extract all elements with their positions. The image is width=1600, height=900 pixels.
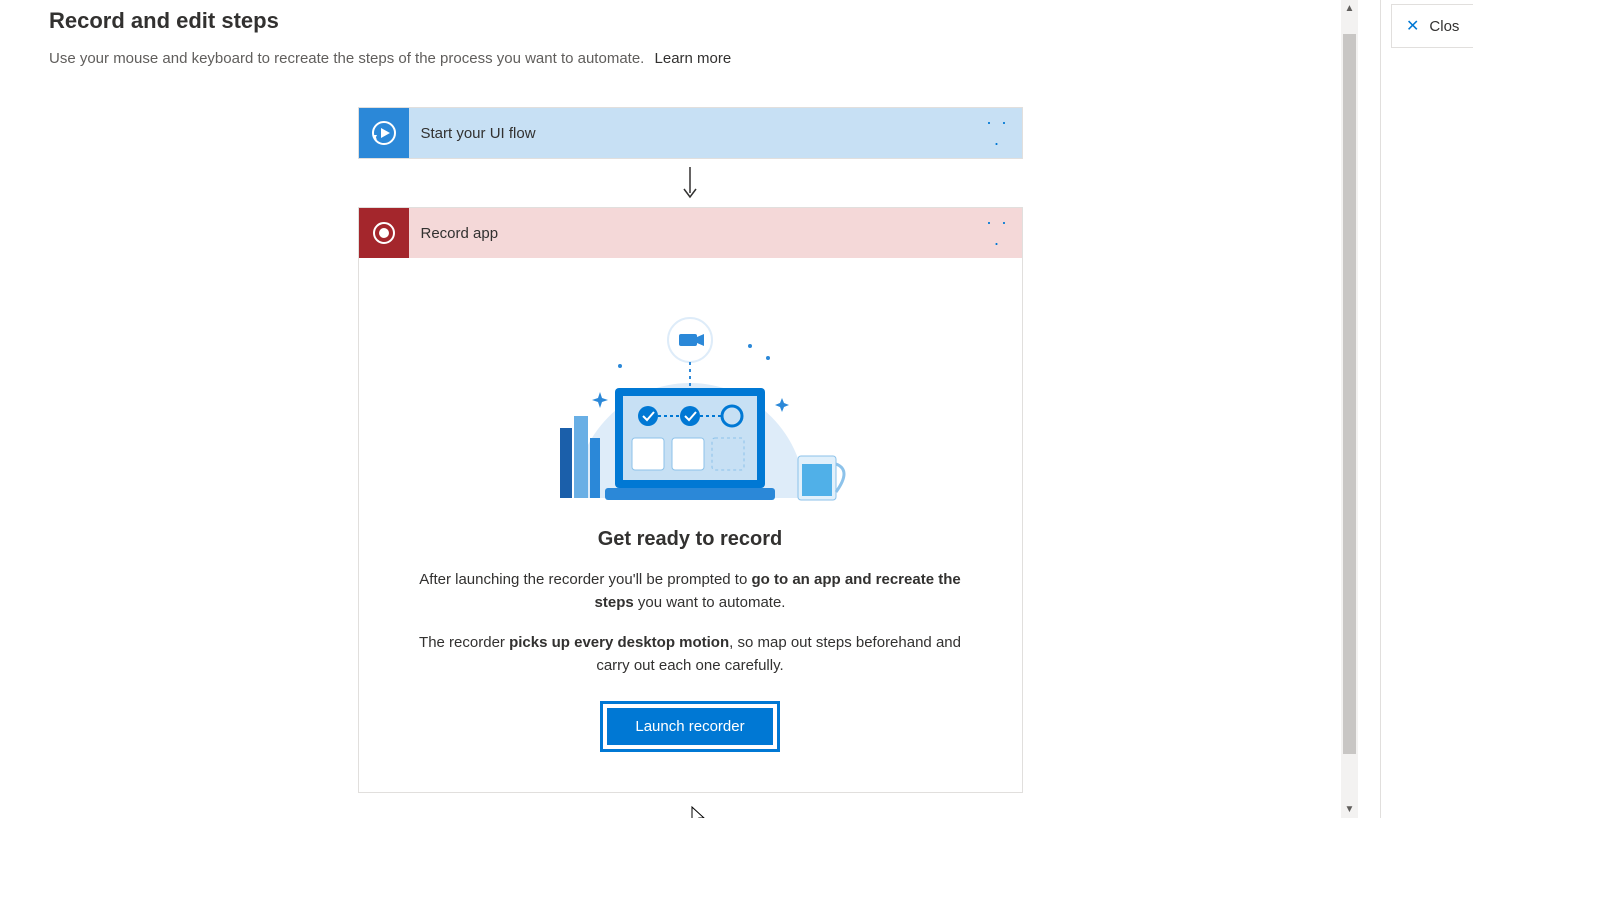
text: The recorder [419,634,509,651]
arrow-down-icon [358,165,1023,201]
recorder-illustration [520,288,860,508]
scrollbar-track[interactable] [1341,17,1358,801]
step-header[interactable]: Record app · · · [359,208,1022,258]
close-button[interactable]: ✕ Clos [1391,4,1473,48]
record-heading: Get ready to record [419,528,962,551]
right-panel: ✕ Clos [1380,0,1600,818]
record-circle-icon [359,208,409,258]
record-paragraph-1: After launching the recorder you'll be p… [419,569,962,614]
step-label: Record app [409,225,982,242]
scroll-up-arrow-icon[interactable]: ▲ [1341,0,1358,17]
record-body: Get ready to record After launching the … [359,258,1022,792]
learn-more-link[interactable]: Learn more [655,50,732,67]
scroll-down-arrow-icon[interactable]: ▼ [1341,801,1358,818]
step-label: Start your UI flow [409,125,982,142]
step-start-ui-flow[interactable]: Start your UI flow · · · [358,107,1023,159]
page-subtitle: Use your mouse and keyboard to recreate … [49,50,644,67]
cursor-icon [689,806,707,818]
vertical-scrollbar[interactable]: ▲ ▼ [1341,0,1358,818]
close-label: Clos [1429,18,1459,35]
record-paragraph-2: The recorder picks up every desktop moti… [419,632,962,677]
text-bold: picks up every desktop motion [509,634,729,651]
play-circle-icon [359,108,409,158]
step-header: Start your UI flow · · · [359,108,1022,158]
step-record-app: Record app · · · [358,207,1023,793]
step-menu-button[interactable]: · · · [982,112,1022,154]
text: you want to automate. [634,594,786,611]
scrollbar-thumb[interactable] [1343,34,1356,754]
text: After launching the recorder you'll be p… [419,571,751,588]
close-icon: ✕ [1406,16,1419,36]
page-content: Record and edit steps Use your mouse and… [25,0,1355,818]
page-title: Record and edit steps [49,8,1331,34]
launch-button-focus-ring: Launch recorder [600,701,779,752]
flow-canvas: Start your UI flow · · · Record app [358,107,1023,793]
step-menu-button[interactable]: · · · [982,212,1022,254]
launch-recorder-button[interactable]: Launch recorder [607,708,772,745]
page-subtitle-row: Use your mouse and keyboard to recreate … [49,50,1331,67]
